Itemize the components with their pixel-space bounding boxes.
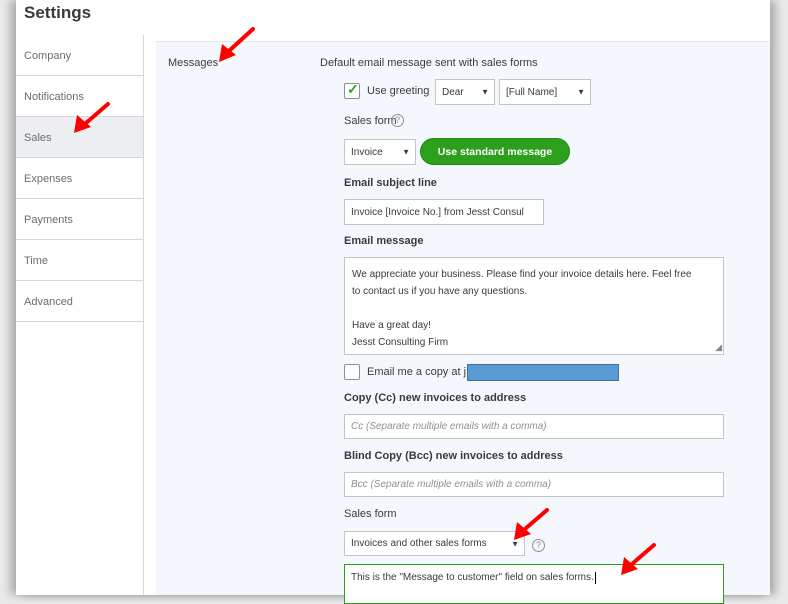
- page-title: Settings: [24, 3, 92, 22]
- redacted-email: [467, 364, 619, 381]
- greeting-value: Dear: [442, 86, 464, 98]
- name-select[interactable]: [Full Name] ▼: [499, 79, 591, 105]
- caret-down-icon: ▼: [577, 87, 585, 97]
- cc-input[interactable]: Cc (Separate multiple emails with a comm…: [344, 414, 724, 439]
- caret-down-icon: ▼: [481, 87, 489, 97]
- cc-label: Copy (Cc) new invoices to address: [344, 392, 527, 404]
- message-line: Have a great day!: [352, 320, 431, 331]
- sidebar-item-expenses[interactable]: Expenses: [16, 158, 143, 199]
- sales-form2-value: Invoices and other sales forms: [351, 538, 487, 549]
- checkmark-icon: ✓: [347, 81, 359, 97]
- subject-label: Email subject line: [344, 177, 437, 189]
- email-copy-checkbox[interactable]: [344, 364, 360, 380]
- sales-form2-select[interactable]: Invoices and other sales forms ▼: [344, 531, 525, 556]
- message-line: We appreciate your business. Please find…: [352, 269, 692, 280]
- sidebar: Company Notifications Sales Expenses Pay…: [16, 35, 144, 595]
- email-copy-label: Email me a copy at j: [367, 366, 467, 378]
- name-value: [Full Name]: [506, 86, 558, 98]
- greeting-select[interactable]: Dear ▼: [435, 79, 495, 105]
- bcc-placeholder: Bcc (Separate multiple emails with a com…: [351, 479, 552, 490]
- help-icon[interactable]: ?: [532, 539, 545, 552]
- sidebar-item-sales[interactable]: Sales: [16, 117, 143, 158]
- sales-form-value: Invoice: [351, 146, 383, 158]
- text-cursor: [594, 572, 596, 584]
- message-line: to contact us if you have any questions.: [352, 286, 528, 297]
- use-greeting-label: Use greeting: [367, 85, 430, 97]
- use-standard-message-button[interactable]: Use standard message: [420, 138, 570, 165]
- sidebar-item-advanced[interactable]: Advanced: [16, 281, 143, 322]
- help-icon[interactable]: ?: [391, 114, 404, 127]
- use-greeting-checkbox[interactable]: ✓: [344, 81, 360, 99]
- message-line: [352, 300, 716, 317]
- section-label: Messages: [168, 57, 219, 69]
- message-label: Email message: [344, 235, 424, 247]
- message-line: Jesst Consulting Firm: [352, 337, 449, 348]
- resize-handle-icon[interactable]: ◢: [715, 339, 722, 356]
- sidebar-item-payments[interactable]: Payments: [16, 199, 143, 240]
- sales-form-label: Sales form: [344, 115, 397, 127]
- sidebar-item-company[interactable]: Company: [16, 35, 143, 76]
- sales-form2-label: Sales form: [344, 508, 397, 520]
- sidebar-item-time[interactable]: Time: [16, 240, 143, 281]
- caret-down-icon: ▼: [402, 147, 410, 157]
- messages-heading: Default email message sent with sales fo…: [320, 57, 538, 69]
- bcc-input[interactable]: Bcc (Separate multiple emails with a com…: [344, 472, 724, 497]
- caret-down-icon: ▼: [511, 539, 519, 548]
- customer-message-textarea[interactable]: This is the "Message to customer" field …: [344, 564, 724, 604]
- sales-form-select[interactable]: Invoice ▼: [344, 139, 416, 165]
- cc-placeholder: Cc (Separate multiple emails with a comm…: [351, 421, 547, 432]
- settings-window: Settings Company Notifications Sales Exp…: [16, 0, 770, 604]
- subject-value: Invoice [Invoice No.] from Jesst Consul: [351, 206, 524, 218]
- bcc-label: Blind Copy (Bcc) new invoices to address: [344, 450, 563, 462]
- messages-section: Messages Default email message sent with…: [156, 41, 770, 604]
- customer-message-value: This is the "Message to customer" field …: [351, 572, 594, 583]
- email-message-textarea[interactable]: We appreciate your business. Please find…: [344, 257, 724, 355]
- sidebar-item-notifications[interactable]: Notifications: [16, 76, 143, 117]
- subject-input[interactable]: Invoice [Invoice No.] from Jesst Consul: [344, 199, 544, 225]
